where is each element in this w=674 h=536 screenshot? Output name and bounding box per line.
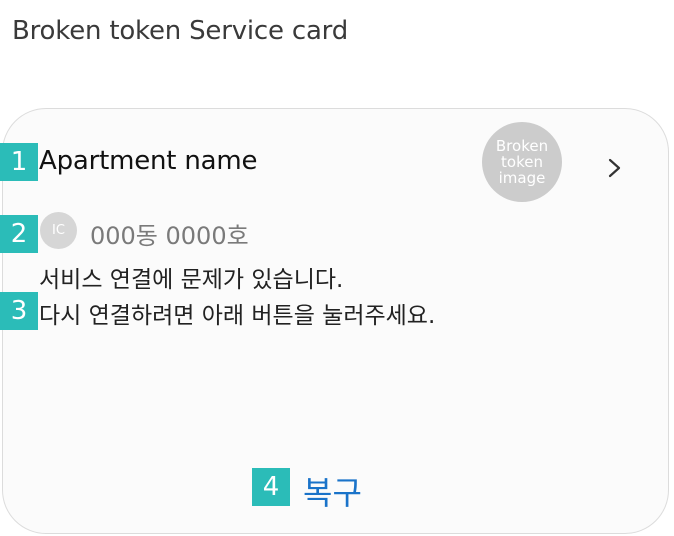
error-message-line-1: 서비스 연결에 문제가 있습니다.: [39, 267, 344, 293]
unit-number: 000동 0000호: [90, 222, 249, 250]
token-image-line-2: token: [501, 153, 543, 171]
marker-2: 2: [0, 215, 38, 253]
error-message-line-2: 다시 연결하려면 아래 버튼을 눌러주세요.: [39, 303, 436, 329]
page: Broken token Service card 1 Apartment na…: [0, 0, 674, 536]
marker-1: 1: [0, 143, 38, 181]
page-title: Broken token Service card: [12, 16, 349, 46]
chevron-right-icon[interactable]: [604, 154, 626, 182]
apartment-name: Apartment name: [39, 146, 258, 176]
marker-4: 4: [252, 468, 290, 506]
token-image-line-1: Broken: [495, 137, 549, 155]
recover-button[interactable]: 복구: [303, 468, 362, 514]
error-message: 서비스 연결에 문제가 있습니다. 다시 연결하려면 아래 버튼을 눌러주세요.: [39, 262, 435, 334]
broken-token-image: Broken token image: [482, 122, 562, 202]
marker-3: 3: [0, 292, 38, 330]
token-image-line-3: image: [498, 169, 546, 187]
ic-badge: IC: [40, 212, 77, 249]
